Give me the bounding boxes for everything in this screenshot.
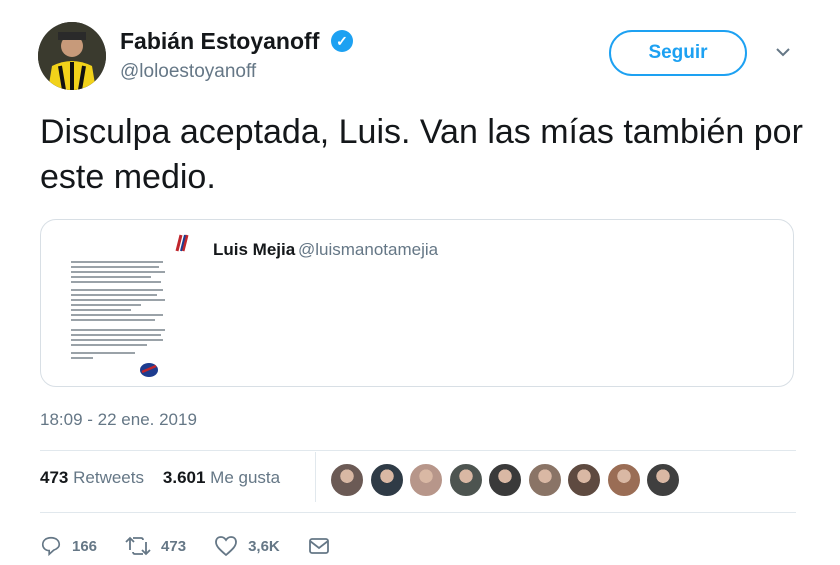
liker-avatar[interactable] bbox=[527, 463, 562, 497]
quoted-tweet-card[interactable]: Luis Mejia @luismanotamejia bbox=[40, 219, 794, 387]
retweets-count[interactable]: 473 bbox=[40, 468, 68, 487]
quoted-author-handle[interactable]: @luismanotamejia bbox=[298, 240, 438, 260]
chevron-down-icon[interactable] bbox=[773, 42, 793, 62]
divider bbox=[40, 512, 796, 513]
follow-button[interactable]: Seguir bbox=[609, 30, 747, 76]
liker-avatar[interactable] bbox=[488, 463, 522, 497]
author-name[interactable]: Fabián Estoyanoff bbox=[120, 28, 319, 55]
tweet-timestamp[interactable]: 18:09 - 22 ene. 2019 bbox=[40, 410, 197, 430]
heart-icon bbox=[215, 536, 237, 557]
retweet-count: 473 bbox=[161, 537, 187, 555]
liker-avatar[interactable] bbox=[369, 463, 404, 497]
retweet-icon bbox=[125, 536, 151, 556]
reply-count: 166 bbox=[72, 537, 98, 555]
envelope-icon bbox=[308, 538, 329, 554]
retweet-button[interactable]: 473 bbox=[125, 535, 186, 557]
likes-label[interactable]: Me gusta bbox=[210, 468, 280, 487]
direct-message-button[interactable] bbox=[308, 537, 330, 555]
liker-avatar[interactable] bbox=[606, 463, 641, 497]
engagement-stats: 473 Retweets 3.601 Me gusta bbox=[40, 468, 280, 488]
liker-avatar[interactable] bbox=[448, 463, 483, 497]
tweet-text: Disculpa aceptada, Luis. Van las mías ta… bbox=[40, 113, 803, 196]
liker-avatar[interactable] bbox=[646, 463, 680, 497]
like-button[interactable]: 3,6K bbox=[214, 535, 280, 557]
reply-icon bbox=[41, 536, 61, 557]
liker-avatar[interactable] bbox=[567, 463, 601, 497]
reply-button[interactable]: 166 bbox=[40, 535, 97, 557]
action-bar: 166 473 3,6K bbox=[40, 533, 358, 559]
liker-avatars bbox=[330, 463, 686, 497]
author-handle[interactable]: @loloestoyanoff bbox=[120, 61, 256, 83]
retweets-label[interactable]: Retweets bbox=[73, 468, 144, 487]
verified-badge-icon: ✓ bbox=[331, 30, 353, 52]
liker-avatar[interactable] bbox=[409, 463, 443, 497]
divider bbox=[40, 450, 796, 451]
stats-separator bbox=[315, 452, 316, 502]
like-count: 3,6K bbox=[248, 537, 280, 555]
likes-count[interactable]: 3.601 bbox=[163, 468, 206, 487]
document-image bbox=[63, 225, 203, 385]
quoted-author-name[interactable]: Luis Mejia bbox=[213, 240, 295, 260]
author-avatar[interactable] bbox=[38, 22, 106, 90]
liker-avatar[interactable] bbox=[330, 463, 364, 497]
